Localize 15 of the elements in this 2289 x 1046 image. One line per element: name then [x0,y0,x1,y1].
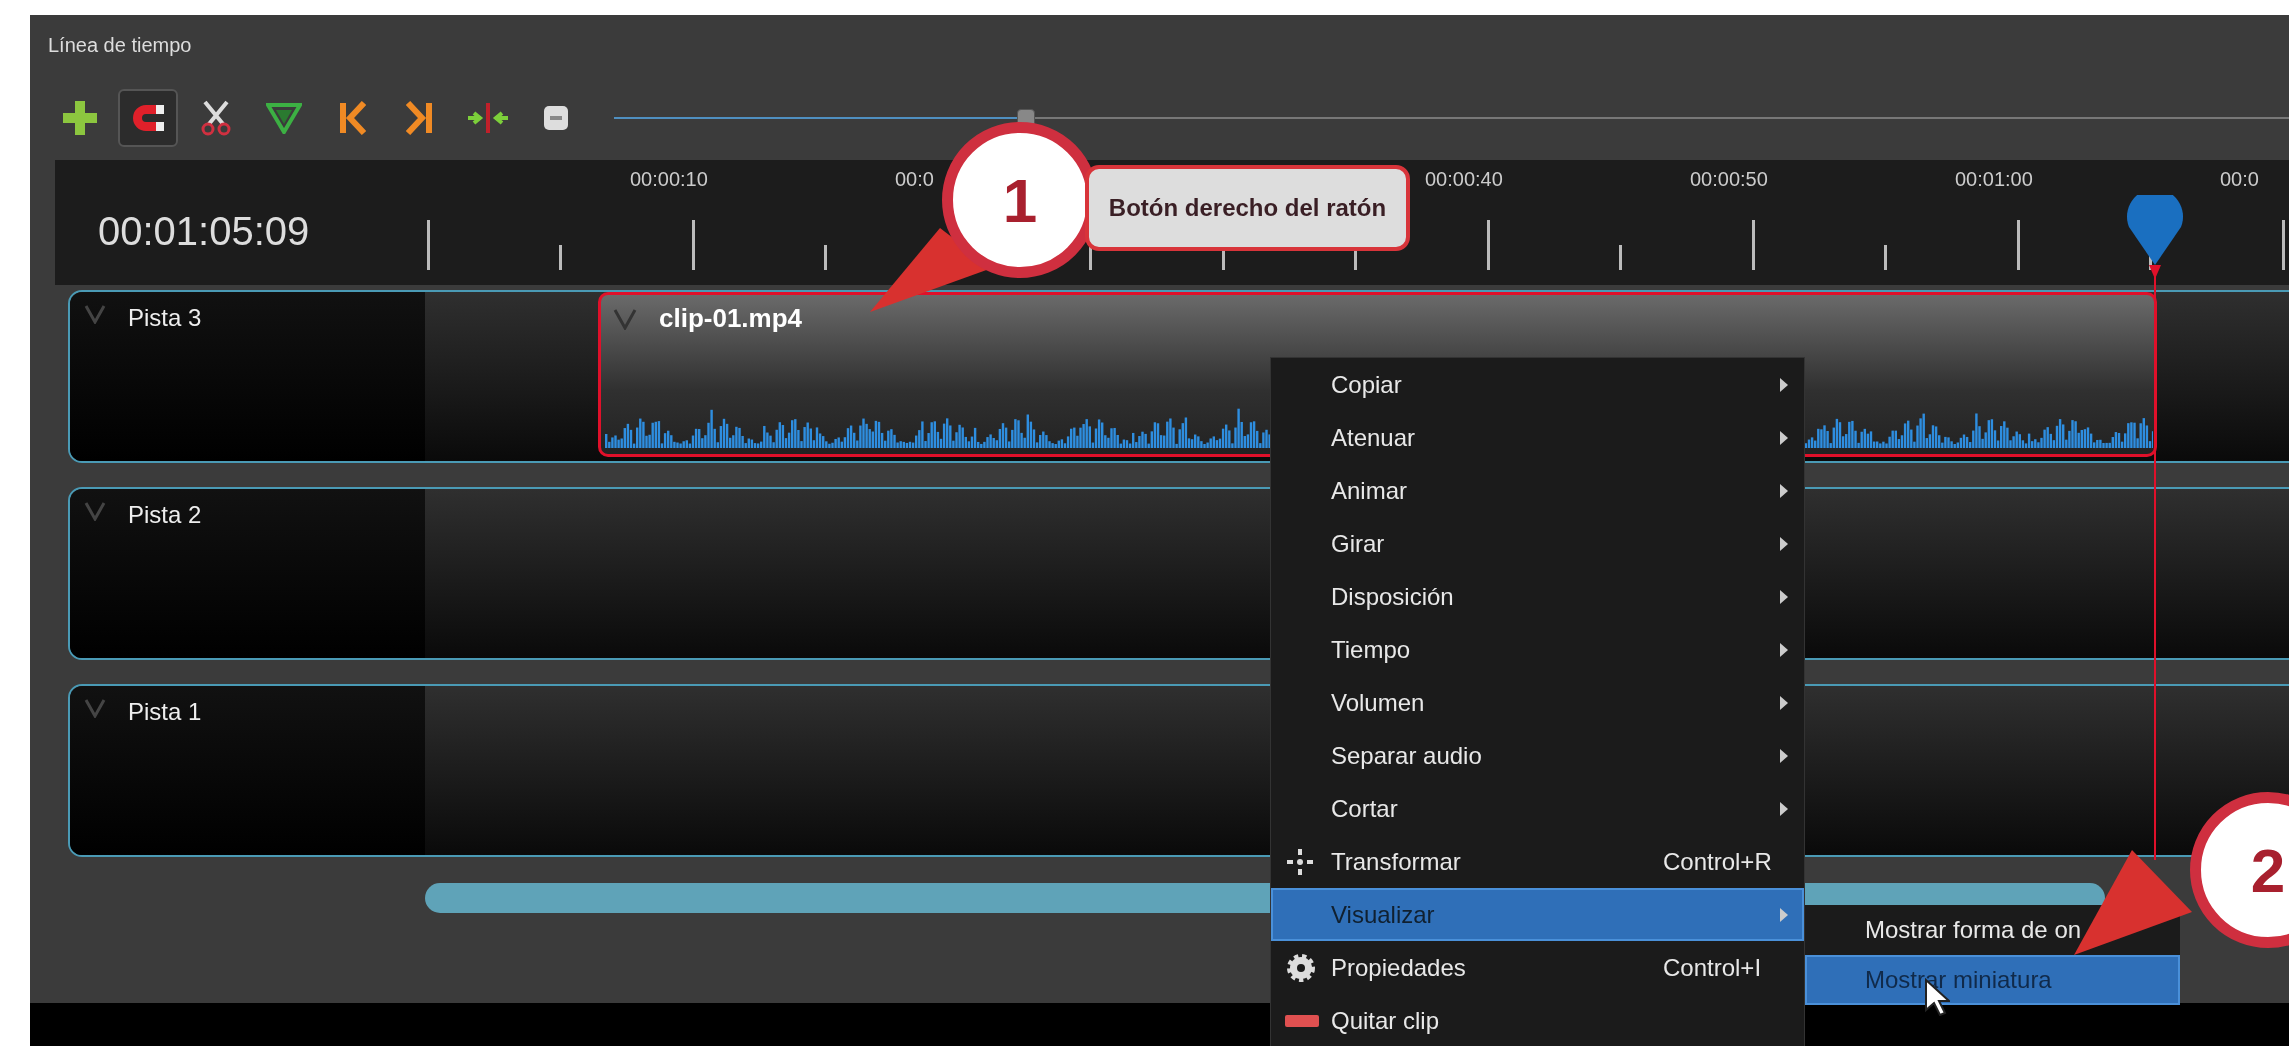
track-name: Pista 3 [128,304,202,332]
track-name: Pista 1 [128,698,202,726]
ruler-label: 00:00:10 [630,168,708,191]
ruler-label: 00:00:50 [1690,168,1768,191]
ruler-label: 00:0 [895,168,934,191]
callout-label: Botón derecho del ratón [1085,165,1410,251]
ruler-label: 00:00:40 [1425,168,1503,191]
ruler-label: 00:01:00 [1955,168,2033,191]
track-name: Pista 2 [128,501,202,529]
shortcut-label: Control+I [1663,953,1762,982]
clip-name: clip-01.mp4 [659,303,803,334]
shortcut-label: Control+R [1663,847,1772,876]
ruler-label: 00:0 [2220,168,2259,191]
timecode: 00:01:05:09 [97,208,311,255]
panel-title: Línea de tiempo [47,32,193,58]
